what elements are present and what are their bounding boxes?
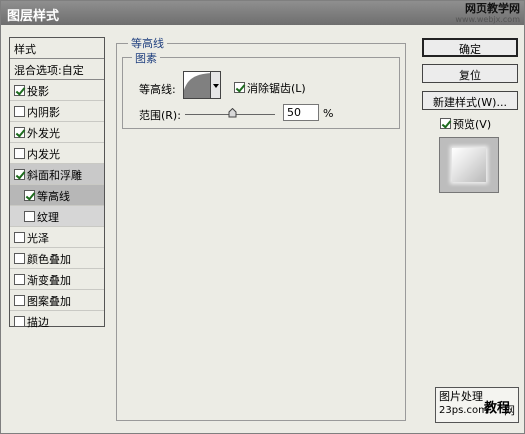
reset-button[interactable]: 复位	[422, 64, 518, 83]
style-item-label: 内阴影	[27, 106, 60, 119]
preview-checkbox[interactable]	[440, 118, 451, 129]
satin-checkbox[interactable]	[14, 232, 25, 243]
style-item-bevel-emboss[interactable]: 斜面和浮雕	[10, 164, 104, 185]
inner-glow-checkbox[interactable]	[14, 148, 25, 159]
antialias-checkbox[interactable]	[234, 82, 245, 93]
watermark-top: 网页教学网 www.webjx.com	[455, 3, 520, 25]
style-item-drop-shadow[interactable]: 投影	[10, 80, 104, 101]
layer-style-dialog: 图层样式 网页教学网 www.webjx.com 样式 混合选项:自定 投影 内…	[0, 0, 525, 434]
style-item-label: 渐变叠加	[27, 274, 71, 287]
styles-header[interactable]: 样式	[10, 38, 104, 59]
dialog-title: 图层样式	[7, 9, 60, 24]
style-item-gradient-overlay[interactable]: 渐变叠加	[10, 269, 104, 290]
style-item-label: 光泽	[27, 232, 49, 245]
drop-shadow-checkbox[interactable]	[14, 85, 25, 96]
texture-checkbox[interactable]	[24, 211, 35, 222]
blend-options-item[interactable]: 混合选项:自定	[10, 59, 104, 80]
style-item-satin[interactable]: 光泽	[10, 227, 104, 248]
style-item-texture[interactable]: 纹理	[10, 206, 104, 227]
gradient-overlay-checkbox[interactable]	[14, 274, 25, 285]
elements-group-title: 图素	[132, 50, 160, 66]
watermark-bottom-line4: 网	[504, 404, 515, 417]
styles-list-panel: 样式 混合选项:自定 投影 内阴影 外发光 内发光 斜面和浮雕 等高线 纹理 光…	[9, 37, 105, 329]
style-item-label: 内发光	[27, 148, 60, 161]
style-item-pattern-overlay[interactable]: 图案叠加	[10, 290, 104, 311]
bevel-emboss-checkbox[interactable]	[14, 169, 25, 180]
contour-curve-picker[interactable]	[183, 71, 211, 99]
contour-checkbox[interactable]	[24, 190, 35, 201]
antialias-label: 消除锯齿(L)	[247, 82, 306, 95]
watermark-bottom: 图片处理 23ps.com 教程 网	[435, 387, 519, 423]
preview-swatch	[452, 148, 486, 182]
preview-option[interactable]: 预览(V)	[440, 116, 491, 132]
contour-label: 等高线:	[139, 83, 176, 96]
style-item-label: 斜面和浮雕	[27, 169, 82, 182]
range-unit: %	[323, 107, 334, 120]
style-item-label: 图案叠加	[27, 295, 71, 308]
style-item-label: 描边	[27, 316, 49, 329]
watermark-top-line1: 网页教学网	[465, 2, 520, 15]
style-item-inner-glow[interactable]: 内发光	[10, 143, 104, 164]
inner-shadow-checkbox[interactable]	[14, 106, 25, 117]
pattern-overlay-checkbox[interactable]	[14, 295, 25, 306]
antialias-option[interactable]: 消除锯齿(L)	[234, 80, 306, 96]
watermark-top-line2: www.webjx.com	[455, 15, 520, 24]
style-item-stroke[interactable]: 描边	[10, 311, 104, 332]
style-item-label: 纹理	[37, 211, 59, 224]
style-item-outer-glow[interactable]: 外发光	[10, 122, 104, 143]
blend-options-label: 混合选项:自定	[14, 64, 84, 77]
contour-curve-icon	[184, 73, 210, 98]
preview-label: 预览(V)	[453, 118, 492, 131]
styles-header-label: 样式	[14, 43, 36, 56]
new-style-button[interactable]: 新建样式(W)...	[422, 91, 518, 110]
style-item-contour[interactable]: 等高线	[10, 185, 104, 206]
style-item-label: 外发光	[27, 127, 60, 140]
contour-dropdown-arrow[interactable]	[211, 71, 221, 99]
range-slider-thumb[interactable]	[228, 108, 237, 118]
ok-button[interactable]: 确定	[422, 38, 518, 57]
style-item-label: 等高线	[37, 190, 70, 203]
outer-glow-checkbox[interactable]	[14, 127, 25, 138]
range-label: 范围(R):	[139, 109, 181, 122]
contour-group-title: 等高线	[128, 35, 167, 51]
style-item-inner-shadow[interactable]: 内阴影	[10, 101, 104, 122]
dialog-titlebar[interactable]: 图层样式	[1, 1, 524, 25]
style-item-color-overlay[interactable]: 颜色叠加	[10, 248, 104, 269]
style-preview-thumbnail	[439, 137, 499, 193]
style-item-label: 颜色叠加	[27, 253, 71, 266]
color-overlay-checkbox[interactable]	[14, 253, 25, 264]
stroke-checkbox[interactable]	[14, 316, 25, 327]
range-value-input[interactable]: 50	[283, 104, 319, 121]
style-item-label: 投影	[27, 85, 49, 98]
